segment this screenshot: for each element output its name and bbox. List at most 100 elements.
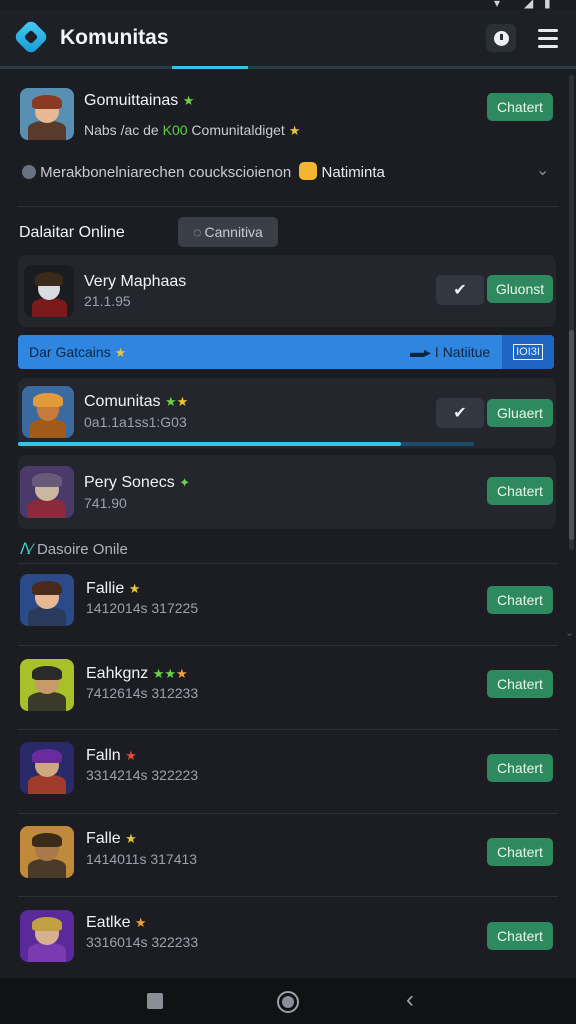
profile-chat-button[interactable]: Chatert (487, 93, 553, 121)
chat-button[interactable]: Chatert (487, 754, 553, 782)
menu-button[interactable] (538, 29, 558, 53)
chat-button[interactable]: Chatert (487, 586, 553, 614)
divider (18, 729, 558, 730)
star-icon: ★ (176, 666, 188, 681)
chat-button[interactable]: Chatert (487, 838, 553, 866)
chat-button[interactable]: Chatert (487, 477, 553, 505)
divider (18, 206, 558, 207)
user-name: Falln ★ (86, 747, 137, 764)
user-name: Eatlke ★ (86, 914, 147, 931)
app-bar: Komunitas (0, 10, 576, 69)
profile-avatar (20, 88, 74, 140)
user-name: Very Maphaas (84, 273, 187, 290)
bell-button[interactable] (486, 24, 516, 52)
star-icon: ★ (164, 394, 177, 409)
promo-banner[interactable]: Dar Gatcains ★ ▬▸ I Natiitue IOI3I (18, 335, 554, 369)
nav-square-icon[interactable] (147, 993, 163, 1009)
filter-chip[interactable]: ◌ Cannitiva (178, 217, 278, 247)
user-meta: 7412614s 312233 (86, 685, 199, 701)
chat-button[interactable]: Chatert (487, 922, 553, 950)
wifi-icon: ▾ (494, 0, 501, 10)
chat-button[interactable]: Gluaert (487, 399, 553, 427)
user-name: Falle ★ (86, 830, 137, 847)
star-icon: ★ (128, 581, 141, 596)
list-item[interactable]: Eatlke ★ 3316014s 322233 Chatert (18, 906, 558, 972)
profile-name: Gomuittainas ★ (84, 92, 195, 109)
list-item[interactable]: Falln ★ 3314214s 322223 Chatert (18, 738, 558, 810)
user-avatar (24, 265, 74, 317)
list-item[interactable]: Pery Sonecs ✦ 741.90 Chatert (18, 455, 556, 529)
list-item[interactable]: Comunitas ★★ 0a1.1a1ss1:G03 ✔ Gluaert (18, 378, 556, 448)
profile-subtitle: Nabs /ac de K00 Comunitaldiget ★ (84, 122, 301, 138)
user-meta: 21.1.95 (84, 293, 131, 309)
user-name: Pery Sonecs ✦ (84, 474, 191, 491)
signal-icon: ◢ (524, 0, 534, 10)
check-icon: ✔ (453, 405, 467, 422)
star-icon: ★ (134, 915, 147, 930)
list-item[interactable]: Fallie ★ 1412014s 317225 Chatert (18, 570, 558, 642)
user-avatar (20, 574, 74, 626)
battery-icon: ▮ (544, 0, 551, 10)
progress-fill (18, 442, 402, 446)
user-name: Comunitas ★★ (84, 393, 189, 410)
user-meta: 741.90 (84, 495, 127, 511)
divider (18, 813, 558, 814)
list-item[interactable]: Falle ★ 1414011s 317413 Chatert (18, 822, 558, 894)
user-name: Fallie ★ (86, 580, 141, 597)
nav-home-icon[interactable] (277, 991, 299, 1013)
divider (18, 645, 558, 646)
star-icon: ★★ (152, 666, 177, 681)
divider (18, 563, 558, 564)
user-avatar (20, 910, 74, 962)
nav-back-icon[interactable]: ‹ (406, 986, 414, 1014)
info-icon (22, 165, 36, 179)
section-title-desaire: ᐱ∕ Dasoire Onile (20, 541, 128, 558)
user-avatar (22, 386, 74, 438)
check-button[interactable]: ✔ (436, 275, 484, 305)
star-icon: ✦ (179, 475, 191, 490)
section-title-online: Dalaitar Online (19, 224, 125, 241)
active-tab-indicator (172, 66, 248, 69)
user-meta: 0a1.1a1ss1:G03 (84, 414, 187, 430)
banner-right-label: ▬▸ I Natiitue (410, 344, 491, 360)
divider (18, 896, 558, 897)
user-avatar (20, 826, 74, 878)
star-icon: ★ (125, 831, 137, 846)
bell-icon (493, 30, 509, 46)
chevron-down-icon: ⌄ (565, 627, 575, 639)
tab-indicator-bar (0, 66, 576, 69)
user-meta: 3316014s 322233 (86, 934, 199, 950)
banner-badge: IOI3I (502, 335, 554, 369)
scrollbar[interactable] (569, 75, 574, 550)
list-item[interactable]: Very Maphaas 21.1.95 ✔ Gluonst (18, 255, 556, 327)
user-name: Eahkgnz ★★★ (86, 665, 188, 682)
star-icon: ★ (114, 345, 127, 360)
system-nav-bar: ‹ (0, 978, 576, 1024)
check-icon: ✔ (453, 282, 467, 299)
logo-icon (12, 18, 50, 56)
progress-bar (18, 442, 474, 446)
user-avatar (20, 742, 74, 794)
star-icon: ★ (182, 93, 195, 108)
star-icon: ★ (125, 748, 137, 763)
chat-button[interactable]: Chatert (487, 670, 553, 698)
screen-icon: ▬▸ (410, 344, 432, 360)
user-meta: 3314214s 322223 (86, 767, 199, 783)
activity-icon: ᐱ∕ (20, 541, 33, 558)
user-avatar (20, 466, 74, 518)
chevron-down-icon[interactable]: ⌄ (536, 160, 549, 180)
list-item[interactable]: Eahkgnz ★★★ 7412614s 312233 Chatert (18, 655, 558, 727)
search-icon: ◌ (193, 224, 202, 240)
scrollbar-thumb[interactable] (569, 330, 574, 540)
notice-row[interactable]: Merakbonelniarechen couckscioienon Natim… (22, 162, 385, 181)
banner-left-label: Dar Gatcains ★ (29, 344, 127, 360)
check-button[interactable]: ✔ (436, 398, 484, 428)
chat-button[interactable]: Gluonst (487, 275, 553, 303)
star-icon: ★ (176, 394, 189, 409)
app-title: Komunitas (60, 26, 169, 49)
user-meta: 1412014s 317225 (86, 600, 199, 616)
emoji-icon (299, 162, 318, 180)
star-icon: ★ (288, 123, 301, 138)
user-meta: 1414011s 317413 (86, 851, 198, 867)
status-bar: ▾ ◢ ▮ (0, 0, 576, 10)
